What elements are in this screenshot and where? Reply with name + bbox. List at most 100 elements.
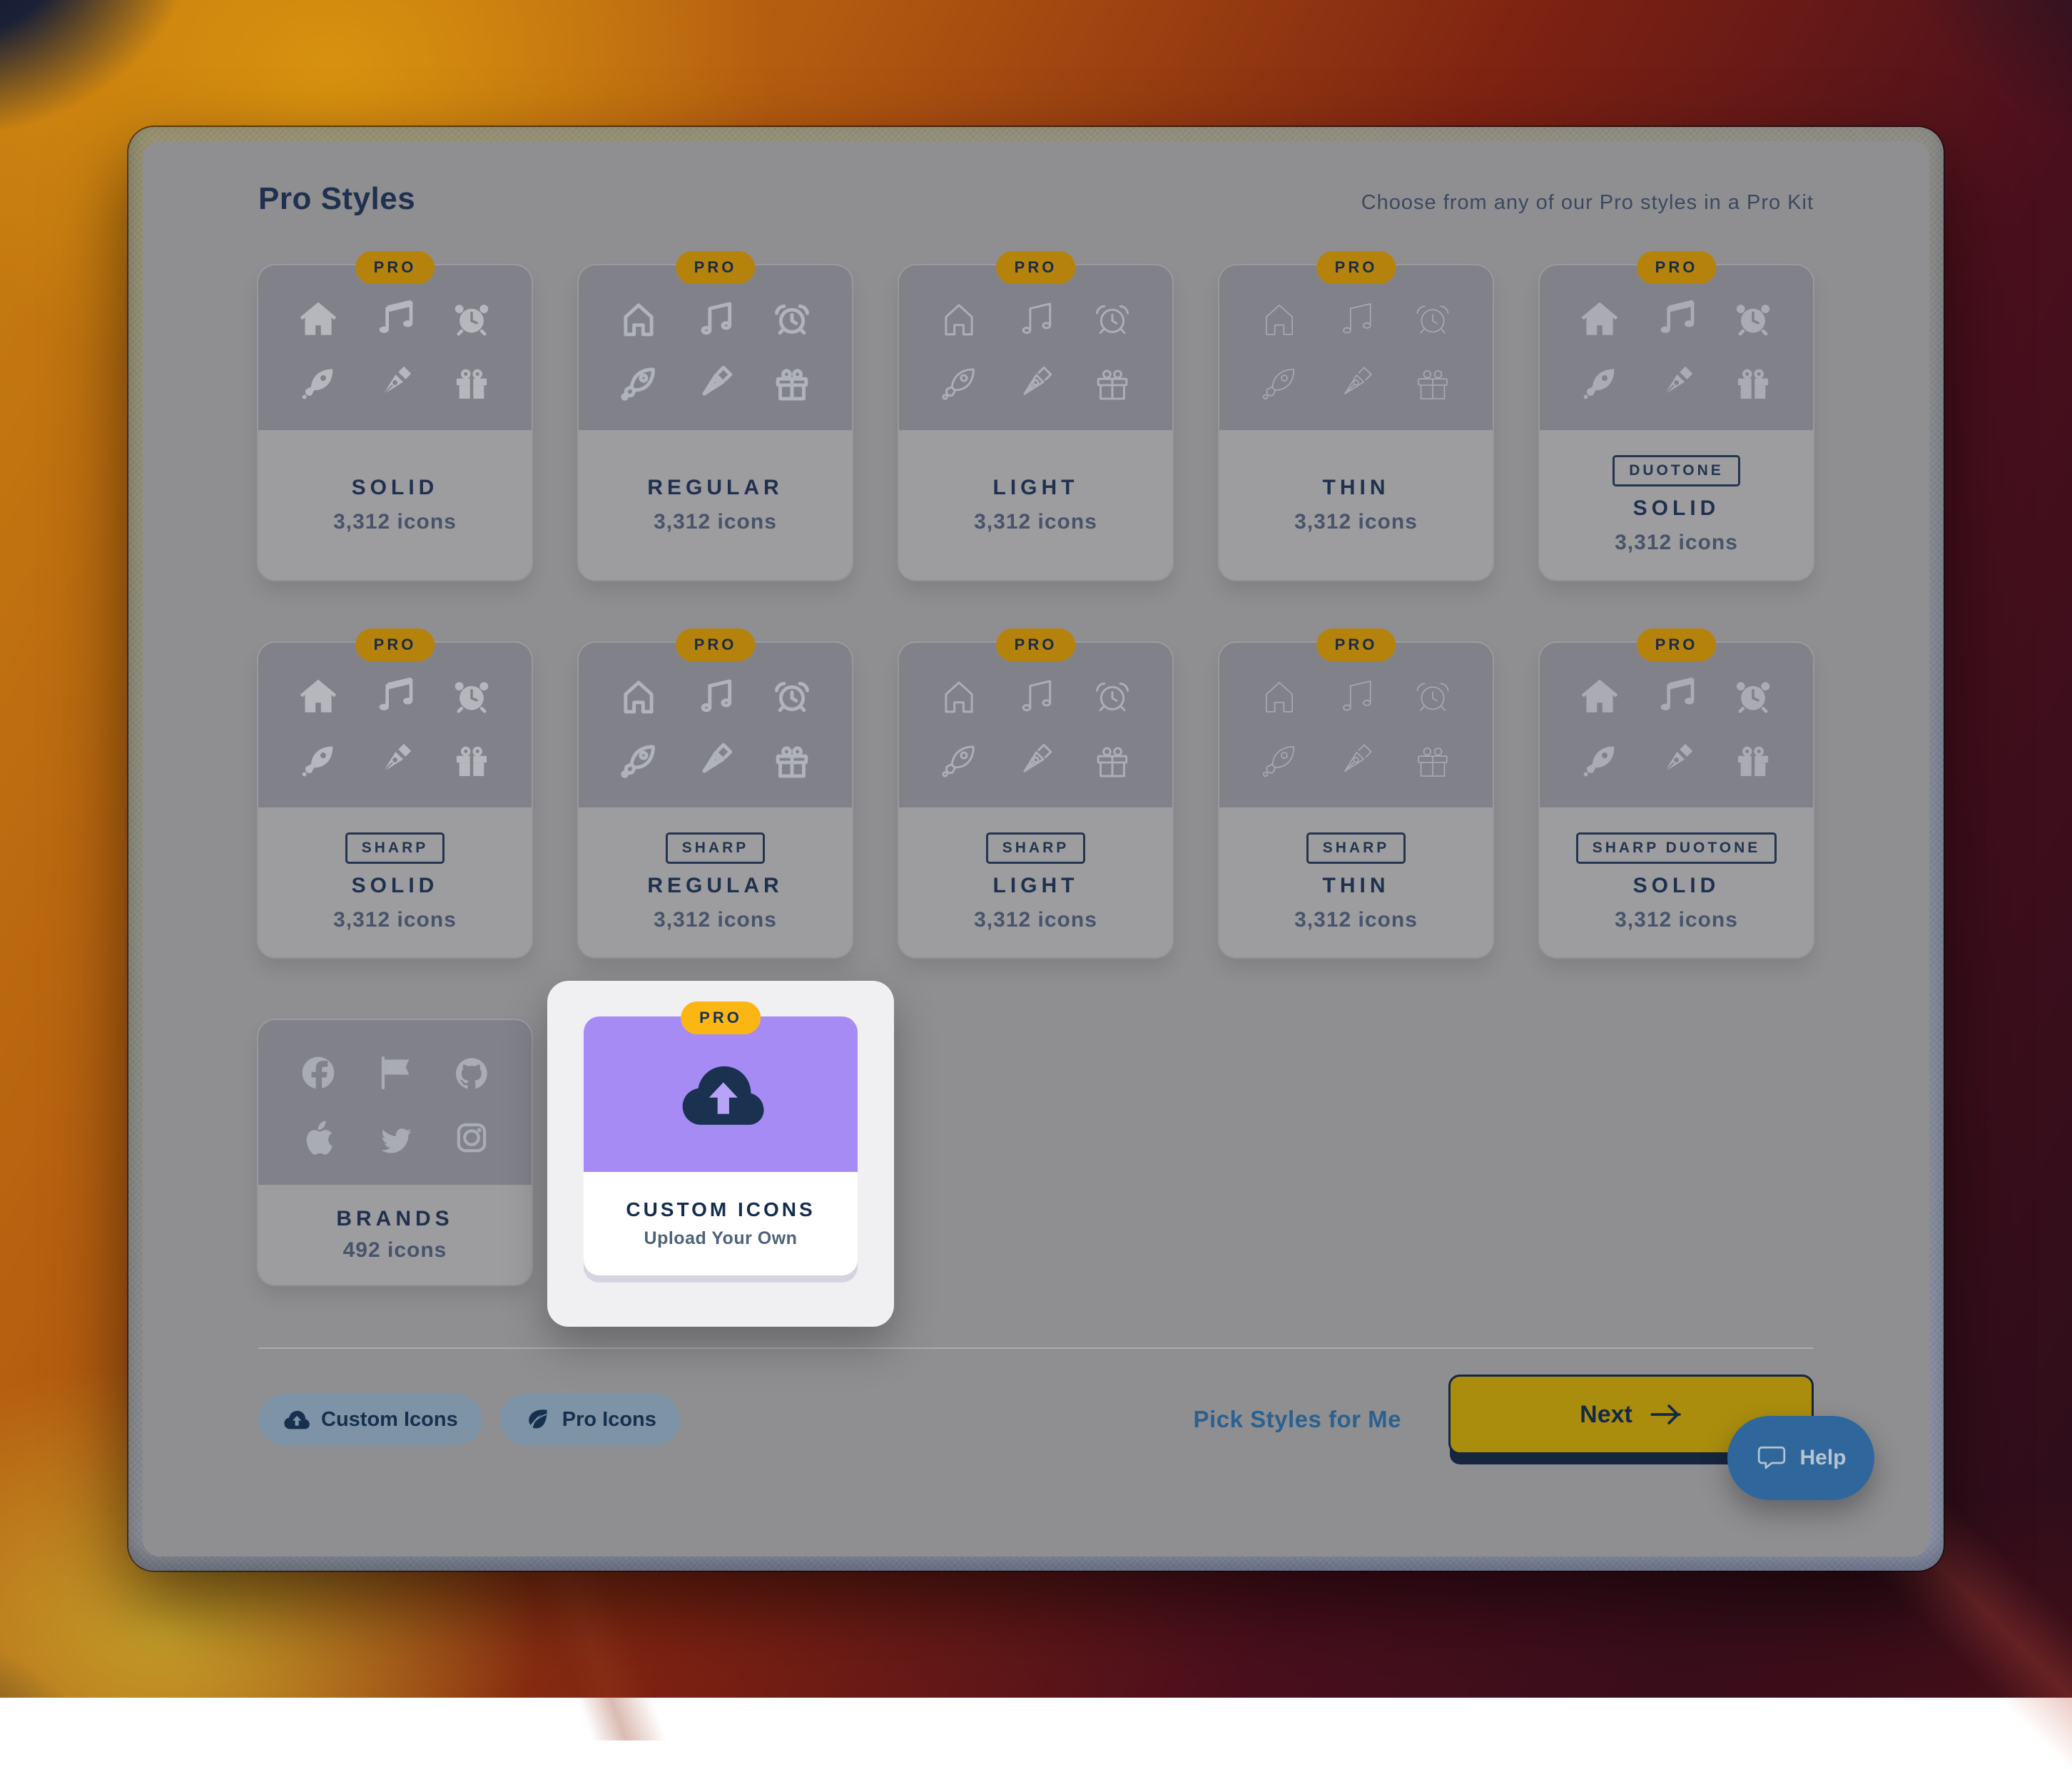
style-card-regular[interactable]: PRO REGULAR 3,312 icons	[579, 265, 852, 580]
music-note-icon	[1016, 299, 1055, 337]
rocket-icon	[1580, 741, 1619, 780]
card-title: CUSTOM ICONS	[626, 1198, 815, 1221]
pro-icons-button-label: Pro Icons	[562, 1408, 656, 1432]
pick-styles-for-me-link[interactable]: Pick Styles for Me	[1194, 1406, 1401, 1433]
style-card-sharp-regular[interactable]: PRO SHARP REGULAR 3,312 icons	[579, 643, 852, 957]
house-icon	[940, 676, 978, 715]
icon-preview-panel	[899, 265, 1172, 430]
icon-preview-panel	[258, 643, 532, 807]
house-icon	[619, 676, 658, 715]
card-count: 3,312 icons	[1294, 510, 1418, 534]
style-card-sharp-light[interactable]: PRO SHARP LIGHT 3,312 icons	[899, 643, 1172, 957]
twitter-icon	[375, 1118, 414, 1157]
style-card-sharp-solid[interactable]: PRO SHARP SOLID 3,312 icons	[258, 643, 532, 957]
style-card-brands[interactable]: BRANDS 492 icons	[258, 1020, 532, 1285]
chat-bubble-icon	[1755, 1442, 1788, 1474]
pro-badge: PRO	[1637, 251, 1717, 284]
instagram-icon	[452, 1118, 491, 1157]
house-icon	[619, 299, 658, 337]
alarm-clock-icon	[452, 299, 491, 337]
card-count: 3,312 icons	[1615, 531, 1738, 555]
gift-icon	[452, 364, 491, 402]
style-card-light[interactable]: PRO LIGHT 3,312 icons	[899, 265, 1172, 580]
gift-icon	[773, 364, 811, 402]
style-tag: SHARP	[1306, 832, 1406, 864]
style-tag: SHARP	[986, 832, 1086, 864]
pro-styles-window: Pro Styles Choose from any of our Pro st…	[128, 127, 1944, 1571]
house-icon	[299, 676, 337, 715]
gift-icon	[1734, 741, 1772, 780]
pen-nib-icon	[696, 741, 734, 780]
alarm-clock-icon	[1093, 299, 1132, 337]
music-note-icon	[1657, 676, 1695, 715]
window-content: Pro Styles Choose from any of our Pro st…	[143, 141, 1929, 1556]
card-count: 3,312 icons	[974, 908, 1097, 932]
style-tag: DUOTONE	[1613, 455, 1740, 486]
alarm-clock-icon	[452, 676, 491, 715]
style-card-sharp-thin[interactable]: PRO SHARP THIN 3,312 icons	[1219, 643, 1493, 957]
card-title: SOLID	[352, 476, 439, 500]
style-grid: PRO SOLID 3,312 icons PRO REGULAR 3,312 …	[258, 265, 1814, 1285]
card-title: REGULAR	[647, 476, 783, 500]
rocket-icon	[1580, 364, 1619, 402]
custom-icons-button[interactable]: Custom Icons	[258, 1394, 482, 1445]
rocket-icon	[940, 364, 978, 402]
card-title: SOLID	[1633, 874, 1720, 898]
gift-icon	[1093, 364, 1132, 402]
card-title: LIGHT	[993, 874, 1079, 898]
pro-badge: PRO	[1316, 251, 1396, 284]
alarm-clock-icon	[773, 299, 811, 337]
alarm-clock-icon	[1093, 676, 1132, 715]
pen-nib-icon	[375, 364, 414, 402]
icon-preview-panel	[579, 643, 852, 807]
music-note-icon	[696, 676, 734, 715]
footer-bar: Custom Icons Pro Icons Pick Styles for M…	[258, 1373, 1814, 1466]
gift-icon	[1093, 741, 1132, 780]
style-tag: SHARP	[345, 832, 445, 864]
pen-nib-icon	[1016, 364, 1055, 402]
rocket-icon	[619, 364, 658, 402]
icon-preview-panel	[258, 1020, 532, 1185]
style-card-thin[interactable]: PRO THIN 3,312 icons	[1219, 265, 1493, 580]
pro-badge: PRO	[355, 251, 435, 284]
style-card-solid[interactable]: PRO SOLID 3,312 icons	[258, 265, 532, 580]
style-card-sharp-duotone-solid[interactable]: PRO SHARP DUOTONE SOLID 3,312 icons	[1540, 643, 1813, 957]
help-button[interactable]: Help	[1727, 1416, 1874, 1500]
style-tag: SHARP	[666, 832, 766, 864]
font-awesome-flag-icon	[375, 1054, 414, 1092]
custom-icons-spotlight: PRO CUSTOM ICONS Upload Your Own	[547, 981, 894, 1327]
custom-icons-button-label: Custom Icons	[321, 1408, 458, 1432]
help-button-label: Help	[1799, 1446, 1846, 1470]
style-card-custom-icons[interactable]: PRO CUSTOM ICONS Upload Your Own	[584, 1016, 858, 1275]
icon-preview-panel	[258, 265, 532, 430]
style-card-duotone-solid[interactable]: PRO DUOTONE SOLID 3,312 icons	[1540, 265, 1813, 580]
pro-badge: PRO	[1316, 628, 1396, 661]
music-note-icon	[1336, 299, 1375, 337]
pen-nib-icon	[1016, 741, 1055, 780]
icon-preview-panel	[1540, 265, 1813, 430]
next-button-label: Next	[1580, 1401, 1632, 1429]
card-title: BRANDS	[336, 1207, 453, 1231]
card-count: 3,312 icons	[654, 908, 777, 932]
apple-icon	[299, 1118, 337, 1157]
pen-nib-icon	[1336, 364, 1375, 402]
arrow-right-icon	[1650, 1398, 1682, 1431]
pro-badge: PRO	[676, 251, 756, 284]
card-subtitle: Upload Your Own	[644, 1228, 798, 1249]
card-count: 3,312 icons	[333, 510, 457, 534]
card-title: THIN	[1323, 874, 1390, 898]
icon-preview-panel	[899, 643, 1172, 807]
card-title: REGULAR	[647, 874, 783, 898]
pro-icons-button[interactable]: Pro Icons	[499, 1394, 681, 1445]
card-title: THIN	[1323, 476, 1390, 500]
card-count: 3,312 icons	[333, 908, 457, 932]
house-icon	[1580, 299, 1619, 337]
pen-nib-icon	[696, 364, 734, 402]
pro-badge: PRO	[676, 628, 756, 661]
cloud-arrow-up-icon	[677, 1051, 764, 1138]
gift-icon	[773, 741, 811, 780]
cloud-arrow-up-icon	[283, 1406, 310, 1433]
pen-nib-icon	[1657, 741, 1695, 780]
pro-badge: PRO	[355, 628, 435, 661]
alarm-clock-icon	[773, 676, 811, 715]
